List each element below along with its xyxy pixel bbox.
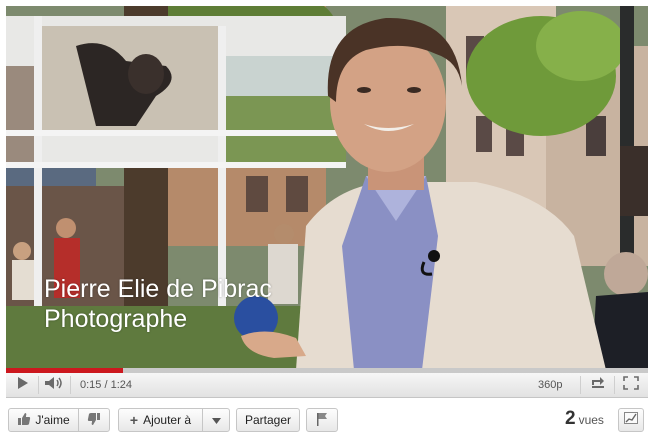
chevron-down-icon (211, 413, 221, 427)
views-number: 2 (565, 408, 576, 429)
volume-icon (44, 376, 64, 395)
video-caption: Pierre Elie de Pibrac Photographe (44, 274, 272, 334)
fullscreen-button[interactable] (616, 373, 646, 397)
like-label: J'aime (35, 413, 70, 427)
stats-chart-icon (624, 411, 638, 429)
add-to-group: + Ajouter à (118, 408, 230, 432)
caption-name: Pierre Elie de Pibrac (44, 275, 272, 303)
add-to-dropdown[interactable] (203, 409, 229, 431)
like-dislike-group: J'aime (8, 408, 110, 432)
stats-button[interactable] (618, 408, 644, 432)
flag-icon (316, 412, 328, 429)
thumbs-down-icon (87, 412, 101, 429)
caption-role: Photographe (44, 305, 188, 333)
thumbs-up-icon (17, 412, 31, 429)
like-button[interactable]: J'aime (9, 409, 79, 431)
player-controls: 0:15 / 1:24 360p (6, 373, 648, 398)
play-button[interactable] (10, 373, 36, 397)
add-to-button[interactable]: + Ajouter à (119, 409, 203, 431)
quality-selector[interactable]: 360p (538, 373, 562, 397)
volume-button[interactable] (40, 373, 68, 397)
time-display: 0:15 / 1:24 (80, 379, 132, 391)
plus-icon: + (129, 412, 139, 428)
add-to-label: Ajouter à (143, 413, 192, 427)
popout-button[interactable] (584, 373, 612, 397)
video-frame[interactable]: Pierre Elie de Pibrac Photographe (6, 6, 648, 370)
share-label: Partager (244, 413, 292, 427)
view-count: 2 vues (565, 408, 604, 432)
dislike-button[interactable] (79, 409, 109, 431)
popout-icon (590, 376, 606, 395)
flag-button[interactable] (306, 408, 338, 432)
play-icon (17, 376, 29, 395)
share-button[interactable]: Partager (236, 408, 300, 432)
views-label: vues (578, 413, 604, 427)
fullscreen-icon (623, 375, 639, 395)
